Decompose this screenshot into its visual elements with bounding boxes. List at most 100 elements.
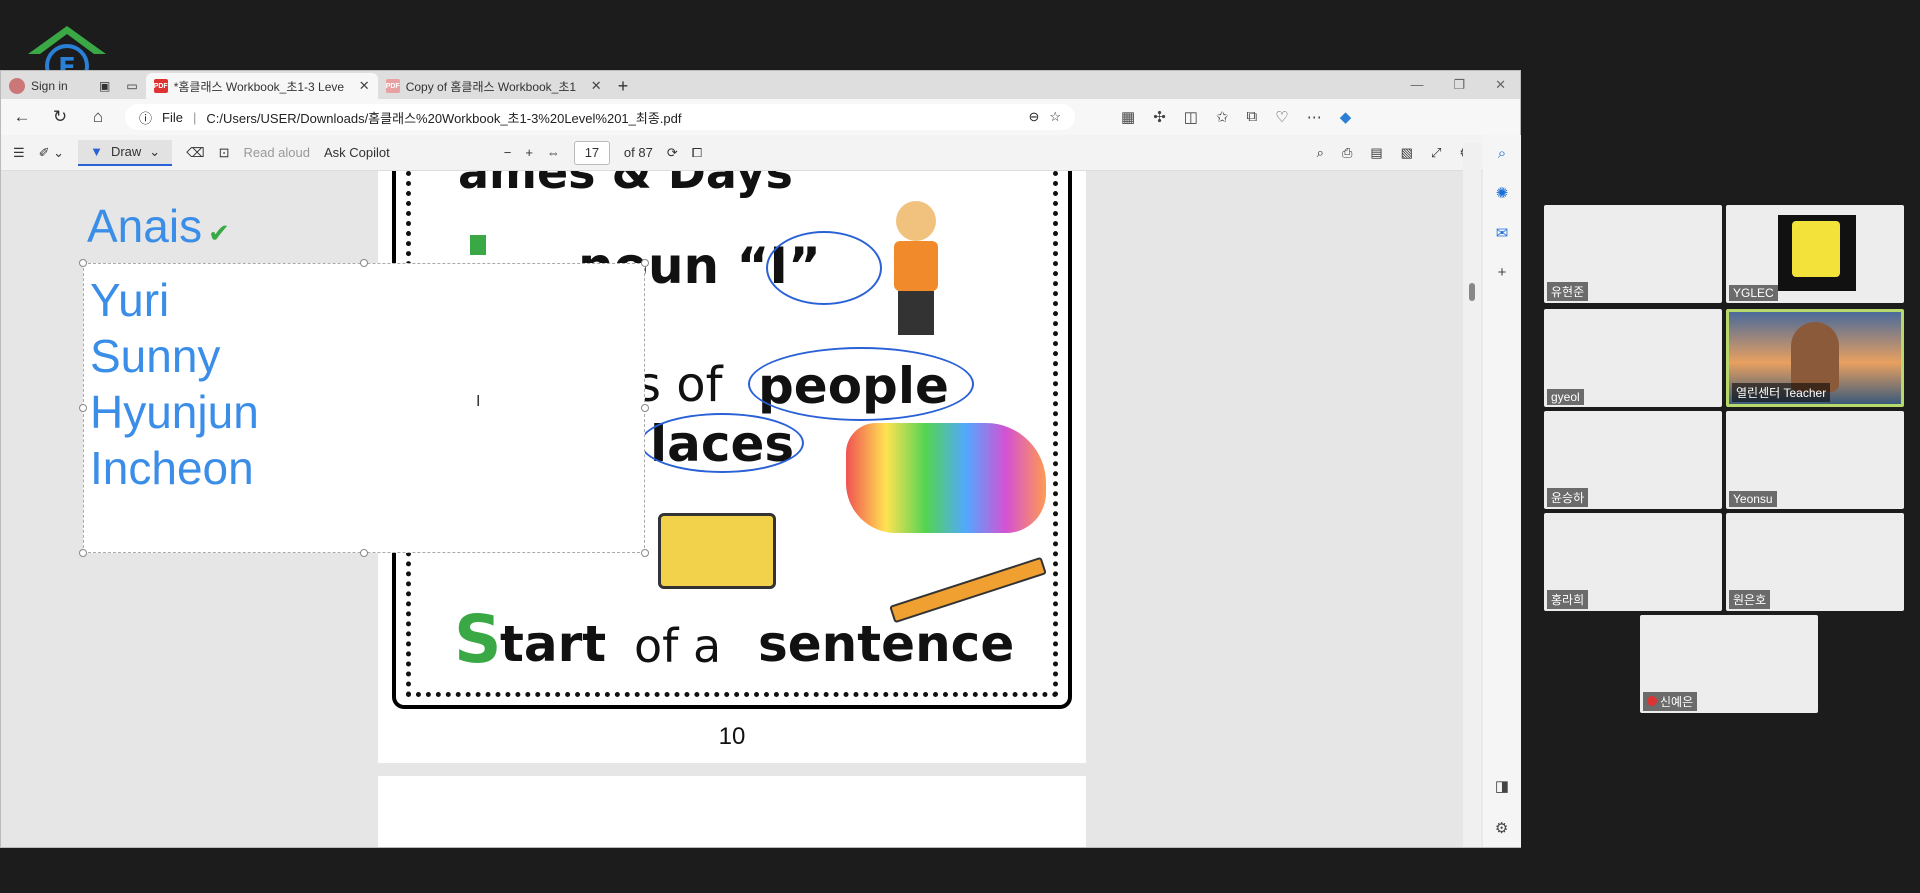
resize-handle[interactable]	[360, 259, 368, 267]
participant-tile[interactable]: Yeonsu	[1726, 411, 1904, 509]
participant-tile[interactable]: 유현준	[1544, 205, 1722, 303]
draw-button[interactable]: ▼ Draw ⌄	[78, 139, 173, 166]
circle-annotation-places	[640, 413, 804, 473]
collections-button-icon[interactable]: ⧉	[1247, 108, 1258, 126]
more-icon[interactable]: ⋯	[1307, 108, 1322, 126]
tab-bar: Sign in ▣ ▭ PDF *홈클래스 Workbook_초1-3 Leve…	[1, 71, 1520, 99]
text-cursor-icon: I	[476, 393, 481, 410]
ask-copilot-button[interactable]: Ask Copilot	[324, 145, 390, 160]
start-word: tart	[500, 615, 607, 673]
usa-map-illustration	[846, 423, 1046, 533]
chevron-down-icon: ⌄	[149, 143, 161, 159]
add-sidebar-icon[interactable]: +	[1498, 264, 1507, 281]
contents-icon[interactable]: ☰	[13, 145, 25, 161]
save-as-icon[interactable]: ▧	[1401, 145, 1413, 161]
save-icon[interactable]: ▤	[1370, 145, 1382, 161]
participant-tile[interactable]: 원은호	[1726, 513, 1904, 611]
tab-actions-icon[interactable]: ▭	[118, 73, 145, 99]
resize-handle[interactable]	[79, 259, 87, 267]
copilot-sidebar-icon[interactable]: ✺	[1496, 184, 1509, 202]
zoom-plus-icon[interactable]: +	[525, 145, 533, 160]
eraser-icon[interactable]: ⌫	[186, 145, 204, 161]
page-view-icon[interactable]: ⧠	[692, 145, 702, 161]
pdf-viewer[interactable]: ames & Days noun “I” s of people laces S…	[1, 171, 1463, 847]
resize-handle[interactable]	[641, 404, 649, 412]
scrollbar-thumb[interactable]	[1469, 283, 1475, 301]
read-aloud-button[interactable]: Read aloud	[243, 145, 310, 160]
participant-tile[interactable]: 신예은	[1640, 615, 1818, 713]
puzzle-icon[interactable]: ✣	[1153, 108, 1166, 126]
draw-label: Draw	[110, 144, 142, 159]
close-window-icon[interactable]: ✕	[1495, 77, 1506, 93]
restore-icon[interactable]: ❐	[1453, 77, 1465, 93]
pdf-toolbar-right: ⌕ ⎙ ▤ ▧ ⤢ ⚙	[1317, 145, 1471, 161]
split-screen-icon[interactable]: ◫	[1184, 108, 1198, 126]
resize-handle[interactable]	[79, 549, 87, 557]
participant-tile[interactable]: 윤승하	[1544, 411, 1722, 509]
sidebar-search-icon[interactable]: ⌕	[1498, 145, 1506, 162]
home-icon[interactable]: ⌂	[87, 107, 109, 127]
first-name-text: Anais	[87, 200, 203, 252]
window-controls: — ❐ ✕	[1410, 77, 1506, 93]
fit-width-icon[interactable]: ⇔	[547, 145, 560, 160]
profile-sign-in[interactable]: Sign in	[1, 73, 91, 99]
favorite-star-icon[interactable]: ☆	[1049, 109, 1061, 125]
name-line: Sunny	[90, 330, 221, 382]
address-bar: ← ↻ ⌂ ⓘ File | C:/Users/USER/Downloads/홈…	[1, 99, 1520, 135]
next-pdf-page	[378, 776, 1086, 847]
text-annotation-box[interactable]: Yuri Sunny Hyunjun Incheon I	[79, 259, 649, 557]
hide-sidebar-icon[interactable]: ◨	[1495, 777, 1509, 795]
collections-icon[interactable]: ▣	[91, 73, 118, 99]
tab-workbook[interactable]: PDF *홈클래스 Workbook_초1-3 Leve ✕	[145, 73, 378, 99]
resize-handle[interactable]	[641, 549, 649, 557]
fullscreen-icon[interactable]: ⤢	[1431, 145, 1441, 161]
of-a-words: of a	[634, 619, 722, 673]
checkmark-icon: ✔	[208, 218, 230, 248]
participant-tile-active-speaker[interactable]: 열린센터 Teacher	[1726, 309, 1904, 407]
participant-name: Yeonsu	[1729, 491, 1777, 507]
outlook-icon[interactable]: ✉	[1496, 224, 1509, 242]
url-separator: |	[192, 109, 197, 125]
pdf-icon: PDF	[385, 79, 400, 93]
name-line: Hyunjun	[90, 386, 259, 438]
avatar-icon	[9, 78, 25, 94]
zoom-minus-icon[interactable]: −	[504, 145, 512, 160]
participant-tile[interactable]: YGLEC	[1726, 205, 1904, 303]
participant-tile[interactable]: gyeol	[1544, 309, 1722, 407]
page-number-input[interactable]: 17	[573, 140, 610, 165]
close-icon[interactable]: ✕	[591, 78, 602, 94]
minimize-icon[interactable]: —	[1410, 77, 1423, 93]
green-square	[470, 235, 486, 255]
resize-handle[interactable]	[641, 259, 649, 267]
headline-names-days: ames & Days	[458, 171, 793, 199]
participant-name: 유현준	[1547, 282, 1589, 301]
tab-label: Copy of 홈클래스 Workbook_초1	[405, 79, 577, 94]
resize-handle[interactable]	[79, 404, 87, 412]
vertical-scrollbar[interactable]	[1463, 143, 1481, 847]
participant-tile[interactable]: 홍라희	[1544, 513, 1722, 611]
zoom-out-icon[interactable]: ⊖	[1028, 109, 1039, 125]
highlight-icon[interactable]: ✐ ⌄	[39, 145, 64, 161]
muted-mic-icon	[1647, 696, 1657, 706]
copilot-icon[interactable]: ◆	[1340, 108, 1352, 126]
favorites-icon[interactable]: ✩	[1216, 108, 1229, 126]
resize-handle[interactable]	[360, 549, 368, 557]
sidebar-settings-icon[interactable]: ⚙	[1495, 819, 1509, 837]
participant-name: 신예은	[1660, 695, 1694, 709]
url-field[interactable]: ⓘ File | C:/Users/USER/Downloads/홈클래스%20…	[125, 104, 1075, 130]
heart-icon[interactable]: ♡	[1275, 108, 1288, 126]
text-box-icon[interactable]: ⊡	[219, 145, 230, 161]
search-icon[interactable]: ⌕	[1317, 145, 1324, 161]
back-icon[interactable]: ←	[11, 107, 33, 127]
refresh-icon[interactable]: ↻	[49, 107, 71, 127]
pen-icon: ▼	[90, 144, 103, 159]
close-icon[interactable]: ✕	[359, 78, 370, 94]
rotate-icon[interactable]: ⟳	[667, 145, 678, 161]
new-tab-button[interactable]: +	[610, 73, 637, 99]
annotation-anais[interactable]: Anais ✔	[87, 199, 230, 253]
participant-name: YGLEC	[1729, 285, 1778, 301]
print-icon[interactable]: ⎙	[1342, 145, 1352, 161]
extension-icon[interactable]: ▦	[1121, 108, 1135, 126]
participant-name: 열린센터 Teacher	[1732, 383, 1831, 402]
tab-copy-workbook[interactable]: PDF Copy of 홈클래스 Workbook_초1 ✕	[378, 73, 610, 99]
